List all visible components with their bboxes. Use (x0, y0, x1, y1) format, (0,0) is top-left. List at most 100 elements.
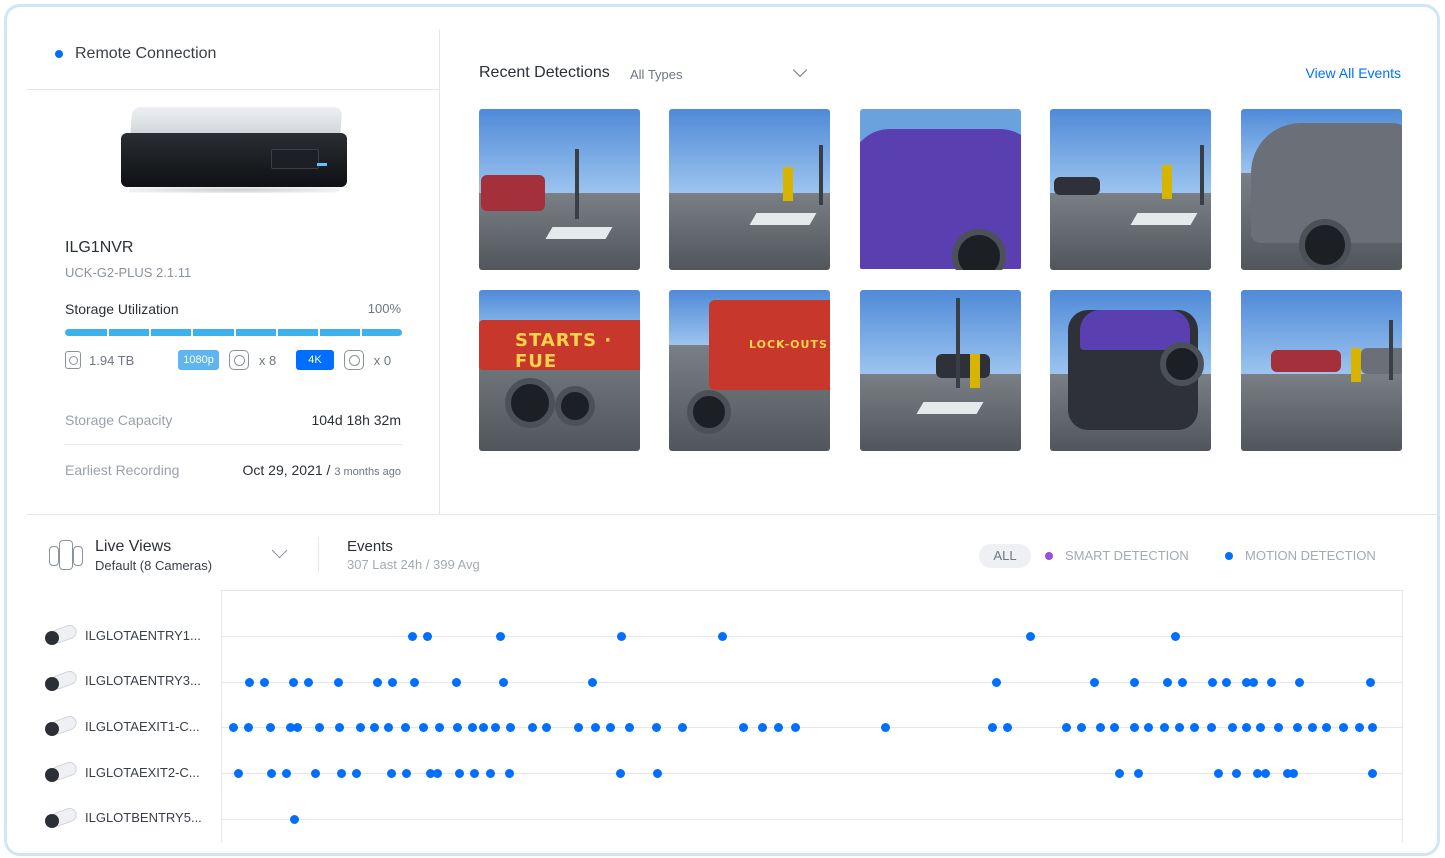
motion-event-dot[interactable] (606, 723, 616, 733)
motion-event-dot[interactable] (1144, 723, 1154, 733)
motion-event-dot[interactable] (1163, 677, 1173, 687)
motion-event-dot[interactable] (496, 632, 506, 641)
motion-event-dot[interactable] (451, 677, 461, 687)
smart-detection-filter[interactable]: SMART DETECTION (1045, 548, 1189, 563)
live-views-select[interactable]: Default (8 Cameras) (95, 558, 212, 573)
camera-row[interactable]: ILGLOTAEXIT1-C... (43, 712, 223, 740)
motion-event-dot[interactable] (1368, 769, 1378, 779)
motion-event-dot[interactable] (1095, 723, 1105, 733)
motion-event-dot[interactable] (718, 632, 728, 641)
motion-event-dot[interactable] (1289, 769, 1299, 779)
motion-event-dot[interactable] (652, 723, 662, 733)
motion-event-dot[interactable] (386, 769, 396, 779)
motion-event-dot[interactable] (625, 723, 635, 733)
motion-event-dot[interactable] (1308, 723, 1318, 733)
motion-event-dot[interactable] (418, 723, 428, 733)
motion-event-dot[interactable] (1171, 632, 1181, 641)
motion-event-dot[interactable] (370, 723, 380, 733)
detection-thumbnail[interactable] (860, 290, 1021, 451)
motion-event-dot[interactable] (615, 769, 625, 779)
motion-event-dot[interactable] (468, 723, 478, 733)
view-all-events-link[interactable]: View All Events (1306, 65, 1401, 81)
motion-event-dot[interactable] (289, 814, 299, 824)
motion-event-dot[interactable] (1089, 677, 1099, 687)
motion-event-dot[interactable] (1206, 723, 1216, 733)
motion-event-dot[interactable] (288, 677, 298, 687)
motion-event-dot[interactable] (314, 723, 324, 733)
motion-event-dot[interactable] (1110, 723, 1119, 733)
motion-event-dot[interactable] (588, 677, 598, 687)
motion-event-dot[interactable] (1261, 769, 1271, 779)
motion-event-dot[interactable] (1061, 723, 1071, 733)
motion-event-dot[interactable] (758, 723, 768, 733)
motion-event-dot[interactable] (988, 723, 998, 733)
camera-row[interactable]: ILGLOTAENTRY1... (43, 621, 223, 649)
filter-all-button[interactable]: ALL (979, 544, 1031, 568)
motion-event-dot[interactable] (260, 677, 270, 687)
motion-event-dot[interactable] (333, 677, 343, 687)
motion-event-dot[interactable] (400, 723, 410, 733)
motion-event-dot[interactable] (234, 769, 244, 779)
motion-event-dot[interactable] (1355, 723, 1365, 733)
motion-event-dot[interactable] (432, 769, 442, 779)
motion-event-dot[interactable] (1076, 723, 1086, 733)
motion-event-dot[interactable] (407, 632, 417, 641)
detection-thumbnail[interactable] (860, 109, 1021, 270)
motion-event-dot[interactable] (423, 632, 433, 641)
detection-thumbnail[interactable]: LOCK-OUTS (669, 290, 830, 451)
motion-event-dot[interactable] (243, 723, 253, 733)
motion-event-dot[interactable] (1228, 723, 1237, 733)
detection-thumbnail[interactable] (1241, 109, 1402, 270)
motion-event-dot[interactable] (1222, 677, 1232, 687)
motion-event-dot[interactable] (1249, 677, 1259, 687)
motion-event-dot[interactable] (574, 723, 584, 733)
motion-event-dot[interactable] (528, 723, 538, 733)
motion-event-dot[interactable] (739, 723, 749, 733)
motion-event-dot[interactable] (1266, 677, 1276, 687)
motion-event-dot[interactable] (337, 769, 347, 779)
detection-thumbnail[interactable] (479, 109, 640, 270)
camera-row[interactable]: ILGLOTAENTRY3... (43, 667, 223, 695)
motion-event-dot[interactable] (1242, 723, 1252, 733)
motion-event-dot[interactable] (452, 723, 462, 733)
motion-event-dot[interactable] (402, 769, 411, 779)
motion-event-dot[interactable] (1002, 723, 1012, 733)
motion-event-dot[interactable] (678, 723, 688, 733)
motion-event-dot[interactable] (1295, 677, 1305, 687)
motion-event-dot[interactable] (653, 769, 663, 779)
detection-thumbnail[interactable]: STARTS · FUE (479, 290, 640, 451)
motion-event-dot[interactable] (455, 769, 465, 779)
motion-event-dot[interactable] (1207, 677, 1217, 687)
motion-event-dot[interactable] (1274, 723, 1284, 733)
motion-event-dot[interactable] (355, 723, 365, 733)
motion-event-dot[interactable] (1322, 723, 1332, 733)
motion-event-dot[interactable] (1130, 723, 1140, 733)
motion-event-dot[interactable] (1174, 723, 1184, 733)
motion-event-dot[interactable] (293, 723, 303, 733)
motion-event-dot[interactable] (1130, 677, 1140, 687)
motion-event-dot[interactable] (304, 677, 314, 687)
motion-event-dot[interactable] (1190, 723, 1200, 733)
motion-event-dot[interactable] (1178, 677, 1188, 687)
camera-row[interactable]: ILGLOTBENTRY5... (43, 804, 223, 832)
motion-event-dot[interactable] (334, 723, 344, 733)
motion-event-dot[interactable] (410, 677, 420, 687)
detection-thumbnail[interactable] (1050, 109, 1211, 270)
motion-event-dot[interactable] (485, 769, 495, 779)
motion-event-dot[interactable] (542, 723, 552, 733)
motion-event-dot[interactable] (245, 677, 255, 687)
motion-event-dot[interactable] (1231, 769, 1241, 779)
motion-event-dot[interactable] (1338, 723, 1348, 733)
motion-event-dot[interactable] (590, 723, 600, 733)
motion-event-dot[interactable] (478, 723, 488, 733)
motion-event-dot[interactable] (387, 677, 397, 687)
chevron-down-icon[interactable] (792, 62, 808, 78)
motion-event-dot[interactable] (281, 769, 291, 779)
motion-event-dot[interactable] (505, 723, 515, 733)
motion-event-dot[interactable] (266, 723, 276, 733)
detection-thumbnail[interactable] (669, 109, 830, 270)
motion-event-dot[interactable] (352, 769, 362, 779)
motion-event-dot[interactable] (1159, 723, 1169, 733)
motion-event-dot[interactable] (311, 769, 321, 779)
motion-detection-filter[interactable]: MOTION DETECTION (1225, 548, 1376, 563)
